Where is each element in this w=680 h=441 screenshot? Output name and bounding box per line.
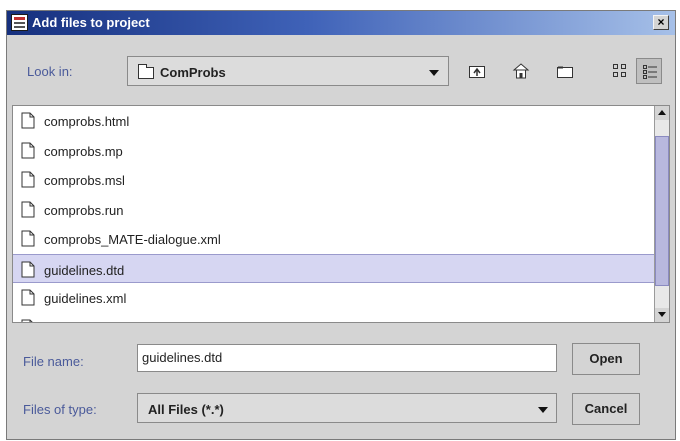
file-icon [21, 112, 35, 129]
file-name: guidelines.dtd [44, 262, 125, 278]
file-name-input[interactable]: guidelines.dtd [137, 344, 557, 372]
app-icon [11, 14, 28, 31]
arrow-up-icon [658, 110, 666, 115]
chevron-down-icon [429, 70, 439, 76]
list-view-button[interactable] [607, 58, 633, 84]
file-row[interactable]: comprobs.mp [13, 136, 655, 166]
look-in-label: Look in: [27, 64, 73, 79]
scroll-down-button[interactable] [655, 308, 669, 322]
file-rows: comprobs.html comprobs.mp comprobs.msl comp… [13, 106, 655, 323]
add-files-dialog: Add files to project × Look in: ComProbs [6, 10, 676, 440]
window-title: Add files to project [32, 15, 150, 30]
files-of-type-combo[interactable]: All Files (*.*) [137, 393, 557, 423]
up-folder-button[interactable] [464, 58, 490, 84]
file-icon [21, 319, 34, 322]
file-row[interactable]: comprobs.run [13, 195, 655, 225]
open-button[interactable]: Open [572, 343, 640, 375]
files-of-type-value: All Files (*.*) [148, 402, 224, 417]
file-icon [21, 289, 35, 306]
file-icon [21, 261, 35, 277]
file-name-label: File name: [23, 354, 84, 369]
file-row[interactable]: vhmes.dtd [13, 313, 655, 323]
file-icon [21, 171, 35, 188]
files-of-type-label: Files of type: [23, 402, 97, 417]
scroll-up-button[interactable] [655, 106, 669, 120]
look-in-value: ComProbs [160, 65, 226, 80]
file-row[interactable]: comprobs_MATE-dialogue.xml [13, 224, 655, 254]
cancel-button[interactable]: Cancel [572, 393, 640, 425]
file-row[interactable]: guidelines.dtd [13, 253, 655, 283]
new-folder-button[interactable] [552, 58, 578, 84]
home-button[interactable] [508, 58, 534, 84]
details-view-button[interactable] [636, 58, 662, 84]
file-list[interactable]: comprobs.html comprobs.mp comprobs.msl comp… [12, 105, 670, 323]
close-button[interactable]: × [653, 15, 669, 30]
vertical-scrollbar[interactable] [654, 106, 669, 322]
title-bar[interactable]: Add files to project × [7, 11, 675, 35]
details-view-icon [643, 65, 657, 79]
file-name: comprobs.html [44, 114, 130, 129]
file-row[interactable]: comprobs.html [13, 106, 655, 136]
file-icon [21, 142, 35, 158]
list-view-icon [613, 64, 626, 77]
folder-icon [138, 64, 154, 79]
file-name: guidelines.xml [44, 291, 127, 306]
new-folder-icon [557, 66, 573, 78]
file-name: vhmes.dtd [44, 321, 104, 323]
home-icon [512, 63, 530, 79]
file-row[interactable]: comprobs.msl [13, 165, 655, 195]
file-name: comprobs_MATE-dialogue.xml [44, 232, 221, 247]
file-icon [21, 201, 35, 217]
look-in-combo[interactable]: ComProbs [127, 56, 449, 86]
chevron-down-icon [538, 407, 548, 413]
file-name-value: guidelines.dtd [142, 350, 223, 365]
file-row[interactable]: guidelines.xml [13, 283, 655, 313]
file-name: comprobs.mp [44, 143, 123, 159]
scroll-thumb[interactable] [655, 136, 669, 286]
file-name: comprobs.msl [44, 173, 125, 188]
up-folder-icon [469, 66, 485, 78]
file-name: comprobs.run [44, 202, 124, 218]
arrow-down-icon [658, 312, 666, 317]
file-icon [21, 230, 35, 247]
